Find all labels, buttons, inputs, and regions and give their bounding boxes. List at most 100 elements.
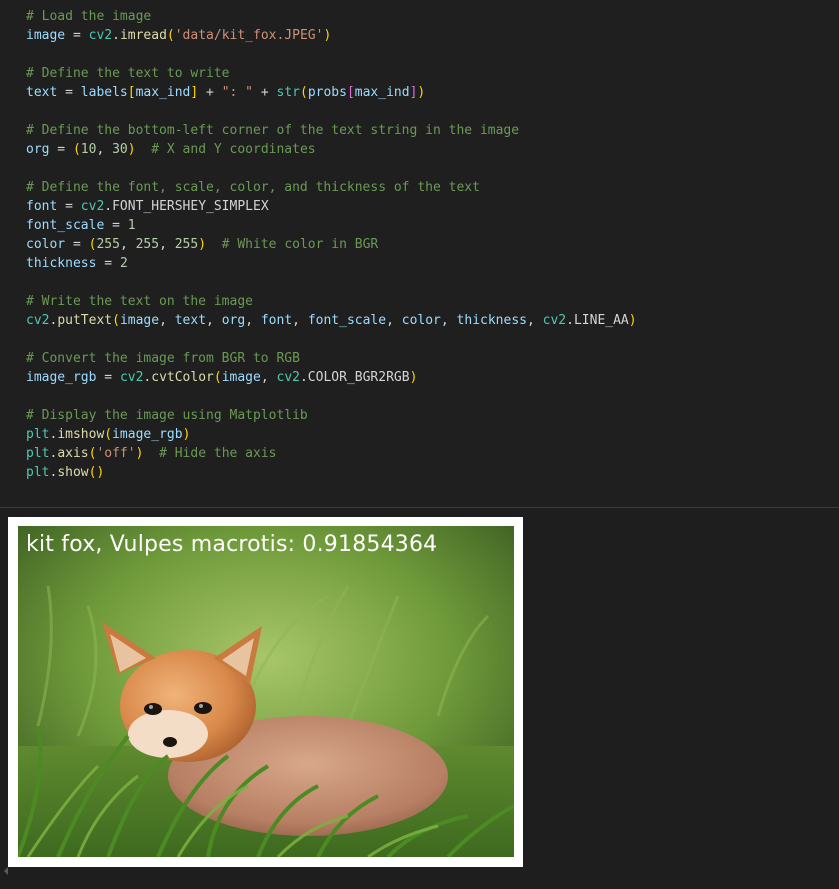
code-token: 255 xyxy=(135,237,160,252)
code-token: ( xyxy=(213,370,222,385)
code-token: ) xyxy=(182,427,191,442)
code-line: plt.imshow(image_rgb) xyxy=(26,425,637,444)
code-token: ) xyxy=(628,313,637,328)
code-token: font xyxy=(260,313,293,328)
code-token: , xyxy=(440,313,457,328)
code-token: , xyxy=(159,313,175,328)
code-token: cv2 xyxy=(119,370,144,385)
code-token: ) xyxy=(417,85,426,100)
code-token: thickness xyxy=(456,313,527,328)
code-line: plt.show() xyxy=(26,463,637,482)
code-token: font xyxy=(26,199,58,214)
code-token: ": " xyxy=(221,85,254,100)
code-token: = xyxy=(96,370,120,385)
code-token: ( xyxy=(72,142,81,157)
code-token: , xyxy=(386,313,402,328)
code-editor[interactable]: # Load the image image = cv2.imread('data… xyxy=(26,7,637,482)
code-token: 'data/kit_fox.JPEG' xyxy=(174,28,324,43)
scroll-left-arrow-icon[interactable] xyxy=(4,867,8,875)
code-token: ) xyxy=(409,370,418,385)
code-line: text = labels[max_ind] + ": " + str(prob… xyxy=(26,83,637,102)
code-token: = xyxy=(96,256,120,271)
code-line: # Define the font, scale, color, and thi… xyxy=(26,178,637,197)
code-token: org xyxy=(26,142,50,157)
code-token: color xyxy=(26,237,66,252)
code-token: text xyxy=(174,313,207,328)
code-token: font_scale xyxy=(307,313,387,328)
code-token: [ xyxy=(127,85,136,100)
code-token: 'off' xyxy=(96,446,136,461)
code-line: # Define the text to write xyxy=(26,64,637,83)
code-token: image xyxy=(26,28,66,43)
code-token: = xyxy=(57,199,81,214)
code-token: , xyxy=(96,142,113,157)
code-token: putText xyxy=(57,313,113,328)
code-token: # Convert the image from BGR to RGB xyxy=(26,351,300,366)
code-token: 2 xyxy=(119,256,128,271)
code-token: .LINE_AA xyxy=(566,313,629,328)
code-token: = xyxy=(65,237,89,252)
code-token: + xyxy=(198,85,222,100)
code-line: # Define the bottom-left corner of the t… xyxy=(26,121,637,140)
code-token: # Define the bottom-left corner of the t… xyxy=(26,123,520,138)
code-token: image_rgb xyxy=(26,370,97,385)
code-token: probs xyxy=(307,85,347,100)
code-token: , xyxy=(292,313,308,328)
code-token: , xyxy=(159,237,175,252)
code-token: cv2 xyxy=(26,313,50,328)
code-token: # Write the text on the image xyxy=(26,294,253,309)
code-token: # Display the image using Matplotlib xyxy=(26,408,308,423)
code-token: 255 xyxy=(174,237,199,252)
code-token: .COLOR_BGR2RGB xyxy=(299,370,410,385)
code-line: # Write the text on the image xyxy=(26,292,637,311)
prediction-overlay-text: kit fox, Vulpes macrotis: 0.91854364 xyxy=(26,532,438,557)
code-token: 255 xyxy=(96,237,120,252)
code-token: + xyxy=(253,85,277,100)
code-token: ( xyxy=(112,313,120,328)
code-cell[interactable]: # Load the image image = cv2.imread('data… xyxy=(0,0,839,507)
code-token: ( xyxy=(104,427,113,442)
code-token: .FONT_HERSHEY_SIMPLEX xyxy=(104,199,269,214)
code-line: org = (10, 30) # X and Y coordinates xyxy=(26,140,637,159)
code-token: cv2 xyxy=(80,199,105,214)
code-token: color xyxy=(401,313,441,328)
code-token: # Hide the axis xyxy=(159,446,277,461)
code-token: imshow xyxy=(57,427,105,442)
code-token: 1 xyxy=(127,218,136,233)
code-token: text xyxy=(26,85,58,100)
code-line: image_rgb = cv2.cvtColor(image, cv2.COLO… xyxy=(26,368,637,387)
code-token: 30 xyxy=(112,142,128,157)
code-token: # White color in BGR xyxy=(221,237,379,252)
code-token: max_ind xyxy=(354,85,410,100)
code-token: max_ind xyxy=(135,85,191,100)
code-token: . xyxy=(112,28,120,43)
figure-frame: kit fox, Vulpes macrotis: 0.91854364 xyxy=(8,517,523,867)
code-token: = xyxy=(65,28,89,43)
code-line: cv2.putText(image, text, org, font, font… xyxy=(26,311,637,330)
code-token: cvtColor xyxy=(151,370,214,385)
code-token: font_scale xyxy=(26,218,105,233)
code-line: font = cv2.FONT_HERSHEY_SIMPLEX xyxy=(26,197,637,216)
code-token: # Define the text to write xyxy=(26,66,230,81)
code-token: cv2 xyxy=(276,370,300,385)
code-token: image xyxy=(119,313,160,328)
code-token: org xyxy=(221,313,246,328)
code-line: # Convert the image from BGR to RGB xyxy=(26,349,637,368)
code-token: 10 xyxy=(80,142,97,157)
code-token: image_rgb xyxy=(112,427,183,442)
code-token: # Define the font, scale, color, and thi… xyxy=(26,180,480,195)
code-token: ( xyxy=(166,28,175,43)
code-line: image = cv2.imread('data/kit_fox.JPEG') xyxy=(26,26,637,45)
code-token: thickness xyxy=(26,256,97,271)
code-token: ( xyxy=(299,85,308,100)
code-token: str xyxy=(276,85,300,100)
